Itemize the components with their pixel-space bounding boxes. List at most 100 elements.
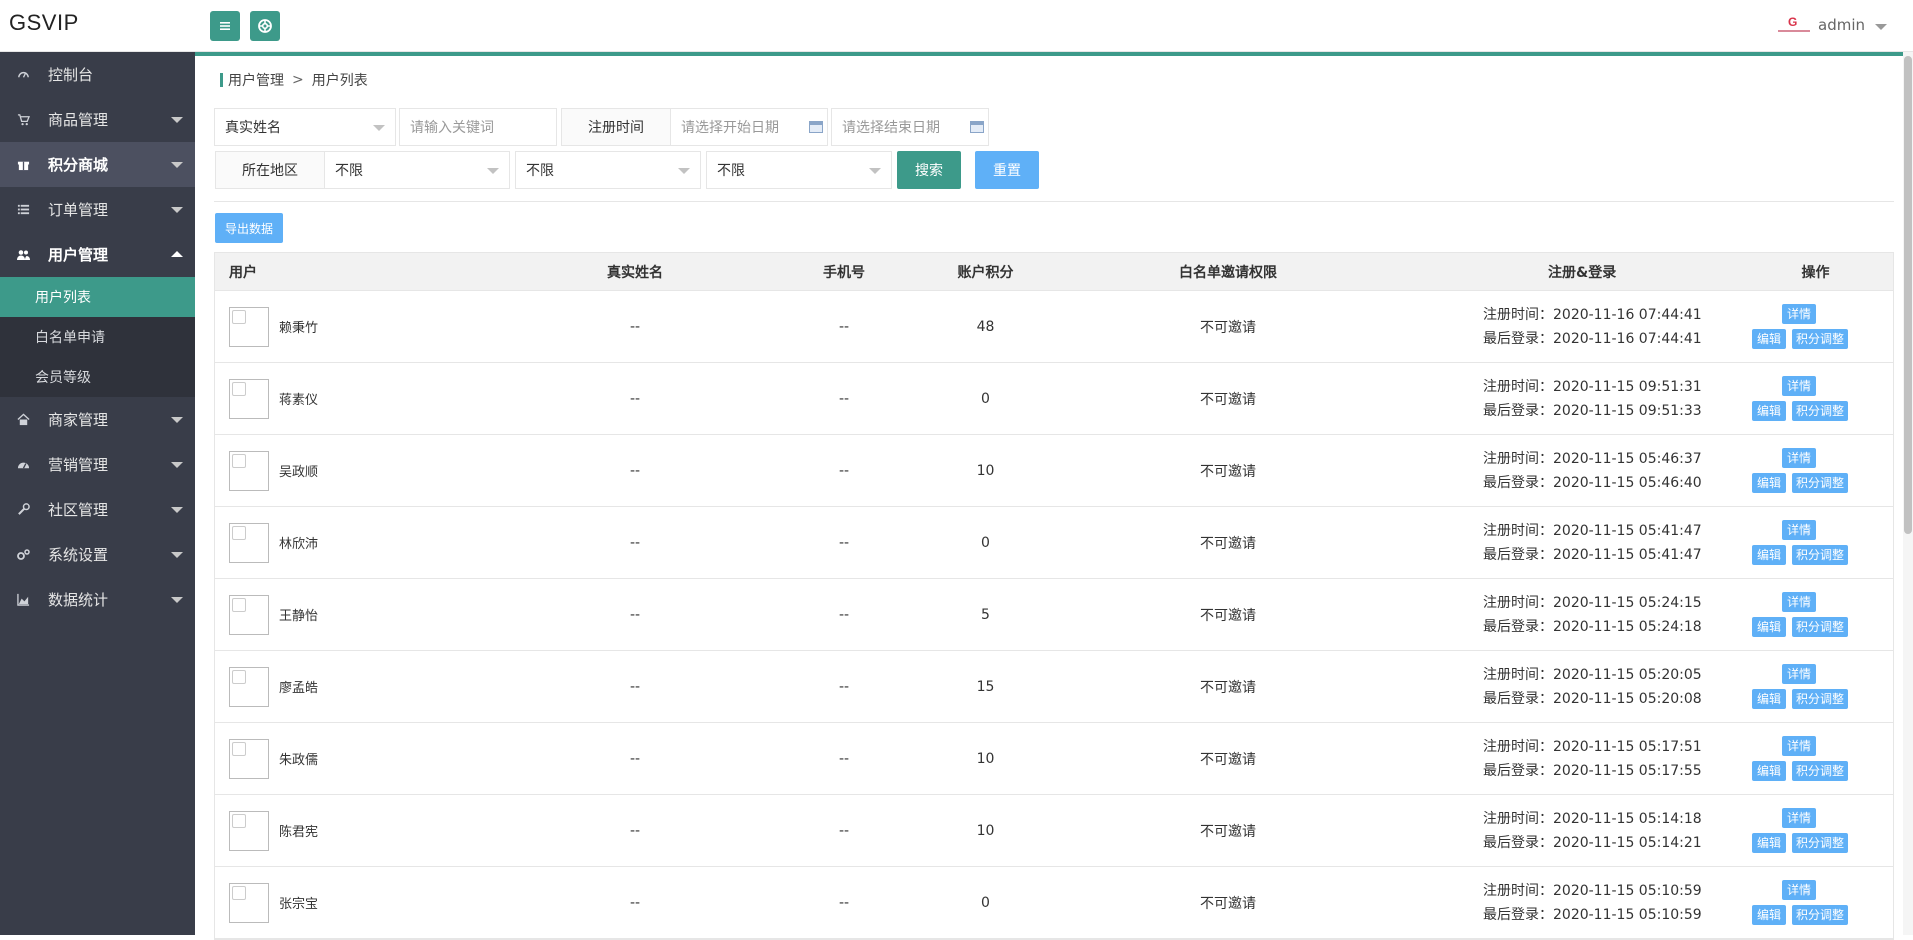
points-adjust-button[interactable]: 积分调整 (1792, 328, 1848, 349)
province-select[interactable]: 不限 (324, 151, 510, 189)
detail-button[interactable]: 详情 (1782, 591, 1816, 612)
chevron-down-icon (171, 117, 183, 123)
refresh-button[interactable] (250, 11, 280, 41)
area-chart-icon (16, 593, 30, 607)
detail-button[interactable]: 详情 (1782, 879, 1816, 900)
district-select[interactable]: 不限 (706, 151, 892, 189)
edit-button[interactable]: 编辑 (1752, 472, 1786, 493)
login-prefix: 最后登录： (1483, 402, 1553, 419)
user-name[interactable]: 廖孟皓 (279, 677, 318, 696)
detail-button[interactable]: 详情 (1782, 447, 1816, 468)
sidebar-item-label: 商品管理 (48, 111, 109, 129)
sidebar-item-settings[interactable]: 系统设置 (0, 532, 195, 577)
detail-button[interactable]: 详情 (1782, 375, 1816, 396)
edit-button[interactable]: 编辑 (1752, 904, 1786, 925)
svg-text:G: G (1788, 15, 1797, 29)
edit-button[interactable]: 编辑 (1752, 544, 1786, 565)
start-date-input[interactable]: 请选择开始日期 (670, 108, 828, 146)
user-name[interactable]: 王静怡 (279, 605, 318, 624)
keyword-input[interactable]: 请输入关键词 (399, 108, 557, 146)
sidebar-item-community[interactable]: 社区管理 (0, 487, 195, 532)
province-value: 不限 (335, 163, 363, 179)
sidebar-item-orders[interactable]: 订单管理 (0, 187, 195, 232)
breadcrumb-parent[interactable]: 用户管理 (228, 70, 284, 90)
user-name[interactable]: 张宗宝 (279, 893, 318, 912)
sidebar-subitem-user-list[interactable]: 用户列表 (0, 277, 195, 317)
user-name[interactable]: 吴政顺 (279, 461, 318, 480)
real-name-cell: -- (629, 534, 641, 551)
perm-cell: 不可邀请 (1200, 895, 1256, 912)
user-menu[interactable]: G admin (1776, 14, 1887, 36)
detail-button[interactable]: 详情 (1782, 303, 1816, 324)
login-time-value: 2020-11-15 05:46:40 (1553, 474, 1702, 491)
avatar (229, 810, 269, 851)
points-adjust-button[interactable]: 积分调整 (1792, 904, 1848, 925)
sidebar-item-label: 控制台 (48, 66, 94, 84)
edit-button[interactable]: 编辑 (1752, 400, 1786, 421)
sidebar-item-marketing[interactable]: 营销管理 (0, 442, 195, 487)
reg-time-line: 注册时间：2020-11-15 05:46:37 (1483, 447, 1738, 471)
search-button[interactable]: 搜索 (897, 151, 961, 189)
detail-button[interactable]: 详情 (1782, 519, 1816, 540)
scrollbar[interactable] (1903, 52, 1913, 935)
user-name[interactable]: 赖秉竹 (279, 317, 318, 336)
sidebar-subitem-label: 会员等级 (35, 370, 91, 386)
col-header-reg: 注册&登录 (1548, 264, 1617, 281)
points-adjust-button[interactable]: 积分调整 (1792, 616, 1848, 637)
chevron-down-icon (171, 462, 183, 468)
dashboard-icon (16, 68, 30, 82)
user-name[interactable]: 林欣沛 (279, 533, 318, 552)
login-time-line: 最后登录：2020-11-16 07:44:41 (1483, 327, 1738, 351)
op-cell: 详情 编辑 积分调整 (1738, 513, 1893, 573)
real-name-cell: -- (629, 606, 641, 623)
chevron-down-icon (487, 168, 499, 174)
edit-button[interactable]: 编辑 (1752, 616, 1786, 637)
sidebar-item-users[interactable]: 用户管理 (0, 232, 195, 277)
field-select[interactable]: 真实姓名 (214, 108, 396, 146)
detail-button[interactable]: 详情 (1782, 663, 1816, 684)
op-buttons: 详情 编辑 积分调整 (1738, 441, 1893, 501)
sidebar-subitem-whitelist[interactable]: 白名单申请 (0, 317, 195, 357)
phone-cell: -- (838, 318, 850, 335)
sidebar-item-dashboard[interactable]: 控制台 (0, 52, 195, 97)
export-button[interactable]: 导出数据 (215, 213, 283, 243)
sidebar-item-merchants[interactable]: 商家管理 (0, 397, 195, 442)
detail-button[interactable]: 详情 (1782, 735, 1816, 756)
detail-button[interactable]: 详情 (1782, 807, 1816, 828)
points-adjust-button[interactable]: 积分调整 (1792, 688, 1848, 709)
avatar (229, 738, 269, 779)
sidebar-item-statistics[interactable]: 数据统计 (0, 577, 195, 622)
reg-login-cell: 注册时间：2020-11-15 05:41:47 最后登录：2020-11-15… (1388, 519, 1738, 567)
region-label-text: 所在地区 (242, 163, 298, 179)
points-adjust-button[interactable]: 积分调整 (1792, 760, 1848, 781)
city-select[interactable]: 不限 (515, 151, 701, 189)
user-name[interactable]: 蒋素仪 (279, 389, 318, 408)
home-icon (16, 413, 30, 427)
op-cell: 详情 编辑 积分调整 (1738, 369, 1893, 429)
reg-time-value: 2020-11-15 05:24:15 (1553, 594, 1702, 611)
edit-button[interactable]: 编辑 (1752, 328, 1786, 349)
sidebar-item-points-mall[interactable]: 积分商城 (0, 142, 195, 187)
user-name[interactable]: 陈君宪 (279, 821, 318, 840)
points-adjust-button[interactable]: 积分调整 (1792, 400, 1848, 421)
end-date-input[interactable]: 请选择结束日期 (831, 108, 989, 146)
points-adjust-button[interactable]: 积分调整 (1792, 544, 1848, 565)
points-adjust-button[interactable]: 积分调整 (1792, 472, 1848, 493)
points-adjust-button[interactable]: 积分调整 (1792, 832, 1848, 853)
sidebar-subitem-member-level[interactable]: 会员等级 (0, 357, 195, 397)
sidebar-item-label: 系统设置 (48, 546, 109, 564)
menu-toggle-button[interactable] (210, 11, 240, 41)
reg-time-line: 注册时间：2020-11-15 09:51:31 (1483, 375, 1738, 399)
gift-icon (16, 158, 30, 172)
reset-button[interactable]: 重置 (975, 151, 1039, 189)
edit-button[interactable]: 编辑 (1752, 832, 1786, 853)
perm-cell: 不可邀请 (1200, 391, 1256, 408)
scrollbar-thumb[interactable] (1904, 56, 1912, 534)
user-name[interactable]: 朱政儒 (279, 749, 318, 768)
sidebar-subitem-label: 白名单申请 (35, 330, 105, 346)
phone-cell: -- (838, 390, 850, 407)
edit-button[interactable]: 编辑 (1752, 760, 1786, 781)
reg-prefix: 注册时间： (1483, 882, 1553, 899)
edit-button[interactable]: 编辑 (1752, 688, 1786, 709)
sidebar-item-products[interactable]: 商品管理 (0, 97, 195, 142)
